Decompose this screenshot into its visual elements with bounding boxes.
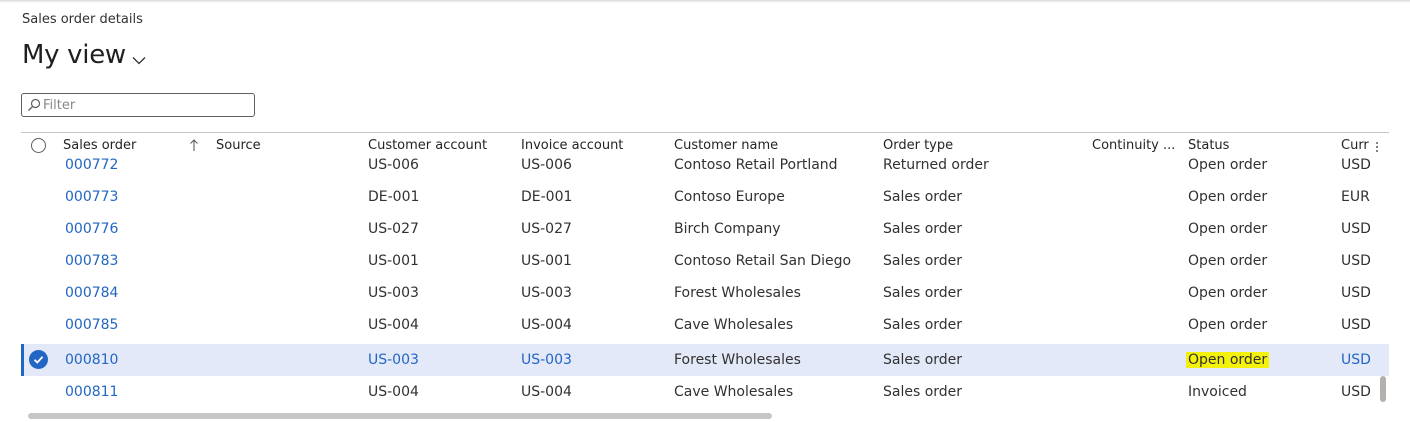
order-type-cell: Sales order bbox=[883, 352, 963, 368]
column-header-order-type[interactable]: Order type bbox=[883, 138, 953, 153]
table-row[interactable]: 000785 US-004 US-004 Cave Wholesales Sal… bbox=[21, 309, 1389, 341]
invoice-account-cell: US-004 bbox=[521, 317, 572, 333]
checkmark-circle-icon[interactable] bbox=[29, 350, 48, 369]
sales-order-grid: Sales order Source Customer account Invo… bbox=[21, 132, 1389, 412]
currency-cell: EUR bbox=[1341, 189, 1370, 205]
customer-account-cell: US-004 bbox=[368, 317, 419, 333]
customer-account-cell: US-001 bbox=[368, 253, 419, 269]
currency-cell: USD bbox=[1341, 221, 1371, 237]
table-row[interactable]: 000811 US-004 US-004 Cave Wholesales Sal… bbox=[21, 376, 1389, 408]
column-header-status[interactable]: Status bbox=[1188, 138, 1229, 153]
order-type-cell: Sales order bbox=[883, 285, 963, 301]
column-header-currency[interactable]: Curr bbox=[1341, 138, 1369, 153]
status-cell: Open order bbox=[1188, 253, 1268, 269]
sales-order-link[interactable]: 000784 bbox=[65, 285, 118, 301]
order-type-cell: Sales order bbox=[883, 384, 963, 400]
table-row[interactable]: 000776 US-027 US-027 Birch Company Sales… bbox=[21, 213, 1389, 245]
top-bar-shadow bbox=[0, 0, 1410, 3]
sales-order-link[interactable]: 000810 bbox=[65, 352, 118, 368]
customer-name-cell: Cave Wholesales bbox=[674, 317, 794, 333]
column-header-customer-account[interactable]: Customer account bbox=[368, 138, 487, 153]
table-row-selected[interactable]: 000810 US-003 US-003 Forest Wholesales S… bbox=[21, 344, 1389, 376]
order-type-cell: Sales order bbox=[883, 253, 963, 269]
currency-link[interactable]: USD bbox=[1341, 352, 1371, 368]
customer-name-cell: Forest Wholesales bbox=[674, 352, 801, 368]
order-type-cell: Sales order bbox=[883, 317, 963, 333]
filter-input[interactable] bbox=[41, 97, 243, 113]
column-header-invoice-account[interactable]: Invoice account bbox=[521, 138, 623, 153]
filter-box[interactable] bbox=[21, 93, 255, 117]
chevron-down-icon bbox=[132, 50, 146, 69]
currency-cell: USD bbox=[1341, 317, 1371, 333]
currency-cell: USD bbox=[1341, 157, 1371, 173]
page-caption: Sales order details bbox=[22, 12, 143, 27]
vertical-scrollbar[interactable] bbox=[1380, 376, 1386, 402]
customer-name-cell: Cave Wholesales bbox=[674, 384, 794, 400]
status-cell: Open order bbox=[1188, 221, 1268, 237]
sales-order-link[interactable]: 000811 bbox=[65, 384, 118, 400]
column-header-customer-name[interactable]: Customer name bbox=[674, 138, 778, 153]
search-icon bbox=[27, 98, 41, 112]
more-vertical-icon[interactable] bbox=[1375, 138, 1379, 157]
sales-order-link[interactable]: 000772 bbox=[65, 157, 118, 173]
invoice-account-link[interactable]: US-003 bbox=[521, 352, 572, 368]
column-header-source[interactable]: Source bbox=[216, 138, 261, 153]
customer-name-cell: Contoso Retail San Diego bbox=[674, 253, 852, 269]
view-title: My view bbox=[22, 40, 126, 70]
customer-name-cell: Contoso Retail Portland bbox=[674, 157, 838, 173]
select-all-radio[interactable] bbox=[31, 138, 46, 153]
sales-order-link[interactable]: 000785 bbox=[65, 317, 118, 333]
row-focus-indicator bbox=[21, 344, 24, 376]
invoice-account-cell: US-006 bbox=[521, 157, 572, 173]
column-header-continuity[interactable]: Continuity ... bbox=[1092, 138, 1175, 153]
sales-order-link[interactable]: 000783 bbox=[65, 253, 118, 269]
order-type-cell: Returned order bbox=[883, 157, 989, 173]
customer-account-cell: DE-001 bbox=[368, 189, 420, 205]
order-type-cell: Sales order bbox=[883, 221, 963, 237]
invoice-account-cell: US-001 bbox=[521, 253, 572, 269]
customer-name-cell: Birch Company bbox=[674, 221, 781, 237]
column-header-sales-order[interactable]: Sales order bbox=[63, 138, 136, 153]
invoice-account-cell: DE-001 bbox=[521, 189, 573, 205]
table-row[interactable]: 000773 DE-001 DE-001 Contoso Europe Sale… bbox=[21, 181, 1389, 213]
customer-account-cell: US-004 bbox=[368, 384, 419, 400]
status-cell: Open order bbox=[1188, 157, 1268, 173]
status-cell: Open order bbox=[1188, 189, 1268, 205]
status-cell: Open order bbox=[1188, 285, 1268, 301]
order-type-cell: Sales order bbox=[883, 189, 963, 205]
view-selector[interactable]: My view bbox=[22, 40, 146, 70]
sales-order-link[interactable]: 000773 bbox=[65, 189, 118, 205]
customer-name-cell: Forest Wholesales bbox=[674, 285, 801, 301]
currency-cell: USD bbox=[1341, 384, 1371, 400]
customer-account-cell: US-027 bbox=[368, 221, 419, 237]
currency-cell: USD bbox=[1341, 253, 1371, 269]
currency-cell: USD bbox=[1341, 285, 1371, 301]
status-cell: Invoiced bbox=[1188, 384, 1247, 400]
status-cell-highlighted: Open order bbox=[1186, 352, 1270, 368]
invoice-account-cell: US-027 bbox=[521, 221, 572, 237]
customer-account-cell: US-006 bbox=[368, 157, 419, 173]
table-row[interactable]: 000783 US-001 US-001 Contoso Retail San … bbox=[21, 245, 1389, 277]
arrow-up-icon[interactable] bbox=[189, 137, 199, 156]
customer-name-cell: Contoso Europe bbox=[674, 189, 785, 205]
customer-account-cell: US-003 bbox=[368, 285, 419, 301]
invoice-account-cell: US-004 bbox=[521, 384, 572, 400]
customer-account-link[interactable]: US-003 bbox=[368, 352, 419, 368]
table-row[interactable]: 000784 US-003 US-003 Forest Wholesales S… bbox=[21, 277, 1389, 309]
grid-header: Sales order Source Customer account Invo… bbox=[21, 132, 1389, 157]
status-cell: Open order bbox=[1188, 317, 1268, 333]
sales-order-link[interactable]: 000776 bbox=[65, 221, 118, 237]
horizontal-scrollbar[interactable] bbox=[28, 413, 772, 419]
invoice-account-cell: US-003 bbox=[521, 285, 572, 301]
